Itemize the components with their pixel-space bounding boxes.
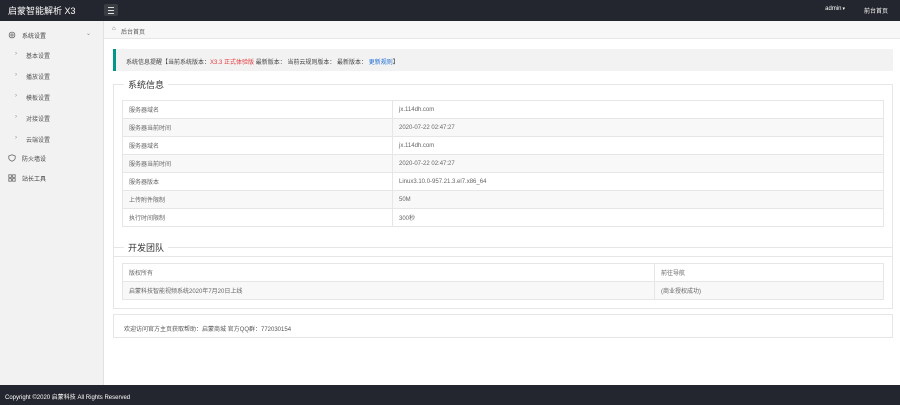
chevron-right-icon: › — [15, 72, 17, 78]
frontpage-link[interactable]: 前台首页 — [864, 6, 888, 15]
chevron-up-icon: ⌄ — [86, 31, 92, 37]
top-navbar: 启蒙智能解析 X3 admin▾ 前台首页 — [0, 0, 900, 21]
system-info-table: 服务器域名 jx.114dh.com 服务器当前时间 2020-07-22 02:4… — [122, 100, 884, 227]
nav-link[interactable]: 前往导航 — [654, 263, 884, 282]
breadcrumb-label[interactable]: 后台首页 — [121, 27, 145, 36]
help-text: 欢迎访问官方主页获取帮助：启蒙商城 官方QQ群：772030154 — [124, 327, 292, 333]
table-row: 上传附件限制 50M — [122, 190, 884, 209]
table-row: 服务器当前时间 2020-07-22 02:47:27 — [122, 118, 884, 137]
home-icon[interactable]: ⌂ — [112, 26, 116, 32]
notice-text: 系统信息提醒【当前系统版本：X3.3 正式体验版 最新版本： 当前云规则版本： … — [126, 60, 399, 66]
hamburger-icon — [108, 7, 114, 8]
current-version: X3.3 正式体验版 — [210, 60, 255, 66]
version-notice: 系统信息提醒【当前系统版本：X3.3 正式体验版 最新版本： 当前云规则版本： … — [113, 49, 893, 71]
sidebar-item-basic[interactable]: › 基本设置 — [0, 45, 104, 65]
chevron-right-icon: › — [15, 51, 17, 57]
table-row: 服务器域名 jx.114dh.com — [122, 136, 884, 155]
chevron-right-icon: › — [15, 114, 17, 120]
dev-team-table: 版权所有 前往导航 启蒙科技智能视频系统2020年7月20日上线 (商业授权成功) — [122, 263, 884, 300]
shield-icon — [8, 154, 16, 162]
sidebar-group-system[interactable]: 系统设置 ⌄ — [0, 25, 104, 45]
main-content: ⌂ 后台首页 系统信息提醒【当前系统版本：X3.3 正式体验版 最新版本： 当前… — [104, 21, 900, 385]
sidebar-group-label: 防火墙设 — [22, 157, 47, 163]
sidebar-item-player[interactable]: › 播放设置 — [0, 66, 104, 86]
footer-bar: Copyright ©2020 启蒙科技 All Rights Reserved — [0, 385, 900, 405]
table-row: 版权所有 前往导航 — [122, 263, 884, 282]
sidebar-item-integration[interactable]: › 对接设置 — [0, 108, 104, 128]
app-logo-text: 启蒙智能解析 X3 — [8, 6, 76, 16]
menu-toggle-button[interactable] — [104, 4, 118, 16]
copyright-text: Copyright ©2020 启蒙科技 All Rights Reserved — [5, 395, 131, 401]
sidebar-group-tools[interactable]: 站长工具 — [0, 168, 104, 188]
panel-title: 系统信息 — [124, 78, 169, 91]
table-row: 服务器当前时间 2020-07-22 02:47:27 — [122, 154, 884, 173]
sidebar: 系统设置 ⌄ › 基本设置 › 播放设置 › 模板设置 › 对接设置 › 云端设置 防火墙… — [0, 21, 104, 385]
user-name: admin — [825, 6, 842, 12]
sidebar-group-label: 站长工具 — [22, 177, 47, 183]
caret-down-icon: ▾ — [842, 6, 845, 12]
user-menu[interactable]: admin▾ — [825, 6, 845, 12]
sidebar-group-firewall[interactable]: 防火墙设 — [0, 148, 104, 168]
dev-team-panel: 开发团队 版权所有 前往导航 启蒙科技智能视频系统2020年7月20日上线 (商业授… — [113, 241, 893, 309]
breadcrumb: ⌂ 后台首页 — [104, 21, 900, 39]
table-row: 启蒙科技智能视频系统2020年7月20日上线 (商业授权成功) — [122, 281, 884, 300]
panel-title: 开发团队 — [124, 241, 169, 254]
table-row: 服务器域名 jx.114dh.com — [122, 100, 884, 119]
table-row: 执行时间限制 300秒 — [122, 208, 884, 227]
gear-icon — [8, 31, 16, 39]
chevron-right-icon: › — [15, 135, 17, 141]
table-row: 服务器版本 Linux3.10.0-957.21.3.el7.x86_64 — [122, 172, 884, 191]
sidebar-item-template[interactable]: › 模板设置 — [0, 87, 104, 107]
update-rule-link[interactable]: 更新规则 — [369, 60, 393, 66]
sidebar-group-label: 系统设置 — [22, 34, 47, 40]
tools-icon — [8, 174, 16, 182]
sidebar-item-cloud[interactable]: › 云端设置 — [0, 129, 104, 149]
chevron-right-icon: › — [15, 93, 17, 99]
system-info-panel: 系统信息 服务器域名 jx.114dh.com 服务器当前时间 2020-07-22… — [113, 78, 893, 257]
help-note: 欢迎访问官方主页获取帮助：启蒙商城 官方QQ群：772030154 — [113, 314, 893, 338]
